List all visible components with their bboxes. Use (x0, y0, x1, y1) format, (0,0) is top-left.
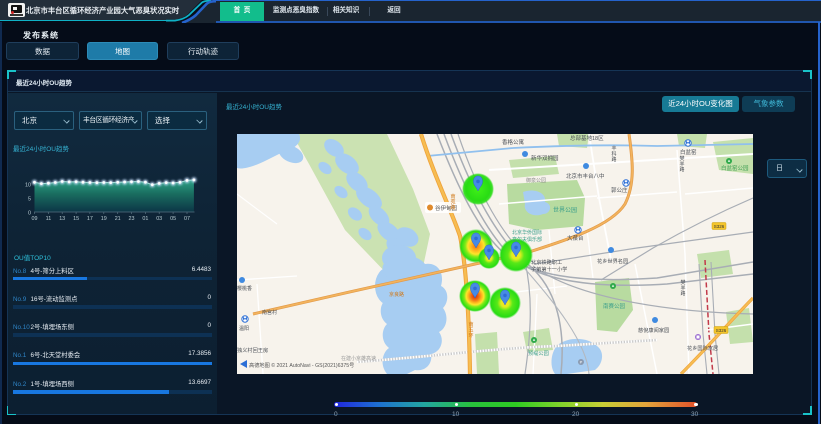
svg-text:大葆台: 大葆台 (567, 234, 584, 242)
svg-text:北京市丰台八中: 北京市丰台八中 (566, 172, 605, 180)
svg-text:温阳: 温阳 (239, 325, 249, 332)
svg-text:独义村回王房: 独义村回王房 (237, 346, 268, 354)
svg-text:03: 03 (156, 216, 162, 222)
svg-text:S326: S326 (714, 224, 725, 229)
svg-text:花乡世界名园: 花乡世界名园 (597, 257, 628, 265)
svg-text:白盆窑: 白盆窑 (680, 148, 697, 156)
svg-text:郭公庄: 郭公庄 (611, 186, 628, 194)
svg-text:10: 10 (25, 183, 31, 189)
svg-text:5: 5 (28, 197, 31, 203)
svg-text:北京华侨国际: 北京华侨国际 (512, 229, 542, 236)
svg-text:樱桃香: 樱桃香 (237, 285, 252, 292)
svg-text:子弟第十一小学: 子弟第十一小学 (531, 265, 567, 273)
svg-text:南五环: 南五环 (468, 321, 473, 339)
svg-text:01: 01 (142, 216, 148, 222)
svg-text:御泉公园: 御泉公园 (526, 177, 546, 184)
svg-text:京良路: 京良路 (389, 291, 404, 298)
svg-text:13: 13 (59, 216, 65, 222)
svg-text:世界公园: 世界公园 (553, 206, 577, 214)
svg-text:南宫村: 南宫村 (262, 309, 277, 316)
svg-text:高德地图 © 2021 AutoNavi - GS(2021: 高德地图 © 2021 AutoNavi - GS(2021)6375号 (249, 361, 354, 369)
svg-text:07: 07 (184, 216, 190, 222)
svg-text:预缇公园: 预缇公园 (528, 349, 549, 357)
svg-text:香格公寓: 香格公寓 (502, 138, 525, 146)
svg-text:南苑路: 南苑路 (450, 193, 455, 211)
svg-text:05: 05 (170, 216, 176, 222)
svg-text:S326: S326 (716, 328, 727, 333)
svg-text:慈倪康阅家园: 慈倪康阅家园 (638, 326, 669, 334)
svg-text:09: 09 (32, 216, 38, 222)
svg-text:11: 11 (46, 216, 52, 222)
svg-text:樊羊路: 樊羊路 (680, 279, 685, 297)
svg-text:南赛公园: 南赛公园 (603, 302, 626, 310)
svg-text:在建小京雄高速: 在建小京雄高速 (341, 355, 376, 362)
svg-text:21: 21 (115, 216, 121, 222)
svg-text:樊羊路: 樊羊路 (679, 155, 684, 173)
svg-text:北京铁路职工: 北京铁路职工 (531, 258, 562, 266)
svg-text:丰科路: 丰科路 (611, 145, 616, 163)
svg-text:17: 17 (87, 216, 93, 222)
svg-text:总部基地18区: 总部基地18区 (570, 134, 604, 142)
svg-text:19: 19 (101, 216, 107, 222)
svg-text:新华双拥园: 新华双拥园 (531, 154, 559, 162)
svg-text:高尔夫俱乐部: 高尔夫俱乐部 (512, 236, 542, 243)
svg-text:花乡国际家居: 花乡国际家居 (687, 344, 718, 352)
svg-text:P: P (580, 360, 583, 365)
svg-text:23: 23 (129, 216, 135, 222)
svg-text:15: 15 (73, 216, 79, 222)
svg-text:白盆窑公园: 白盆窑公园 (721, 164, 749, 172)
